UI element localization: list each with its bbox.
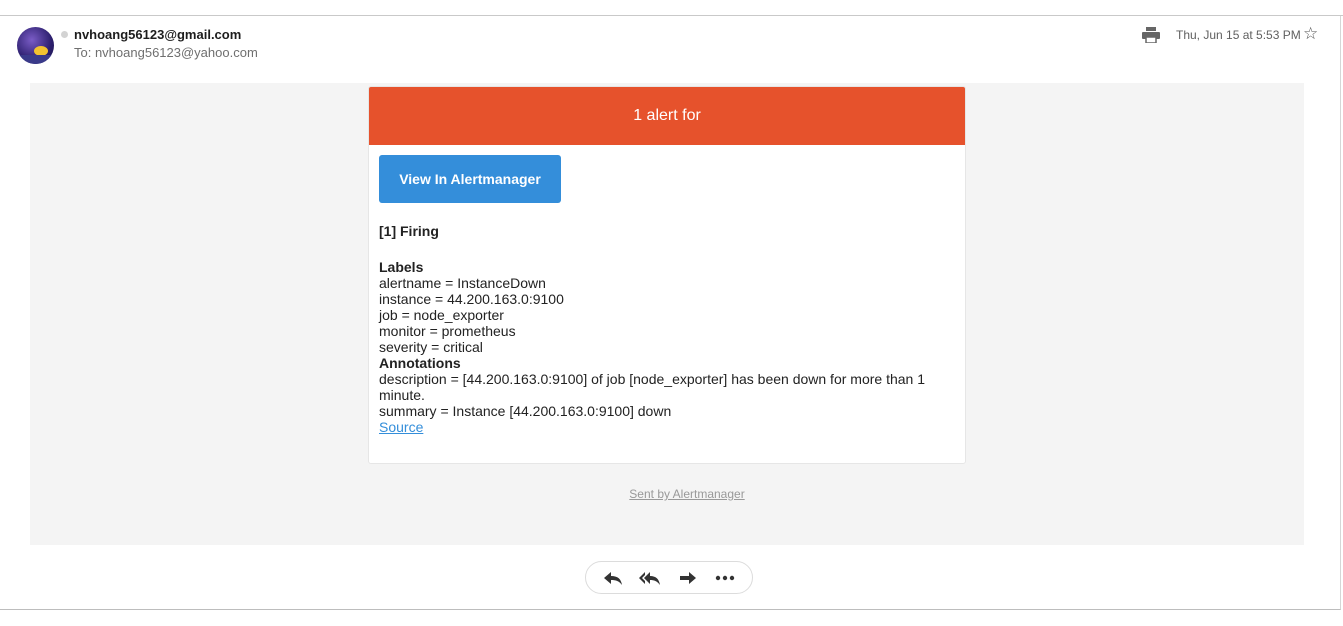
message-actions: [585, 561, 753, 594]
more-icon[interactable]: [712, 565, 738, 591]
alert-details: Labels alertname = InstanceDown instance…: [379, 259, 949, 435]
email-body: 1 alert for View In Alertmanager [1] Fir…: [30, 83, 1304, 545]
star-icon[interactable]: ☆: [1303, 25, 1318, 42]
annotation-line: description = [44.200.163.0:9100] of job…: [379, 371, 925, 403]
forward-icon[interactable]: [675, 565, 701, 591]
labels-heading: Labels: [379, 259, 424, 275]
sent-by-link[interactable]: Sent by Alertmanager: [629, 487, 744, 501]
sent-by-footer: Sent by Alertmanager: [30, 487, 1343, 501]
email-date: Thu, Jun 15 at 5:53 PM: [1176, 28, 1301, 42]
status-dot: [61, 31, 68, 38]
alert-header: 1 alert for: [369, 87, 965, 145]
sender-email[interactable]: nvhoang56123@gmail.com: [74, 27, 241, 42]
annotation-line: summary = Instance [44.200.163.0:9100] d…: [379, 403, 672, 419]
view-in-alertmanager-button[interactable]: View In Alertmanager: [379, 155, 561, 203]
label-line: monitor = prometheus: [379, 323, 516, 339]
avatar[interactable]: [17, 27, 54, 64]
alert-card: 1 alert for View In Alertmanager [1] Fir…: [368, 86, 966, 464]
reply-icon[interactable]: [600, 565, 626, 591]
label-line: instance = 44.200.163.0:9100: [379, 291, 564, 307]
firing-count: [1] Firing: [379, 223, 439, 239]
recipient-line: To: nvhoang56123@yahoo.com: [74, 45, 258, 60]
top-edge: [0, 0, 1343, 16]
label-line: alertname = InstanceDown: [379, 275, 546, 291]
print-icon[interactable]: [1142, 27, 1160, 43]
source-link[interactable]: Source: [379, 419, 423, 435]
reply-all-icon[interactable]: [637, 565, 663, 591]
annotations-heading: Annotations: [379, 355, 461, 371]
avatar-ground: [17, 55, 54, 64]
label-line: job = node_exporter: [379, 307, 504, 323]
label-line: severity = critical: [379, 339, 483, 355]
